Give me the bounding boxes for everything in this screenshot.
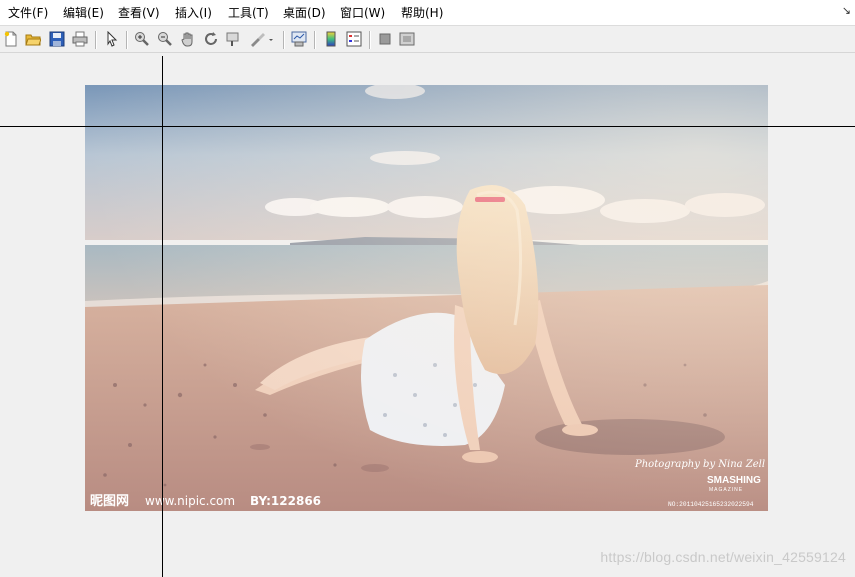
toolbar-separator — [314, 31, 315, 49]
pointer-icon[interactable] — [104, 31, 120, 47]
brand-name: SMASHING — [707, 475, 761, 486]
toolbar-separator — [283, 31, 284, 49]
new-document-icon[interactable] — [3, 31, 19, 47]
crosshair-vertical-line — [162, 56, 163, 577]
menu-view[interactable]: 查看(V) — [118, 5, 160, 21]
menu-insert[interactable]: 插入(I) — [175, 5, 212, 21]
dock-arrow-icon[interactable]: ↘ — [842, 4, 851, 17]
site-url: www.nipic.com — [145, 494, 235, 508]
zoom-out-icon[interactable] — [157, 31, 173, 47]
brand-subtitle: MAGAZINE — [709, 487, 743, 493]
menu-file[interactable]: 文件(F) — [8, 5, 48, 21]
pan-hand-icon[interactable] — [180, 31, 196, 47]
menu-help[interactable]: 帮助(H) — [401, 5, 443, 21]
legend-icon[interactable] — [346, 31, 362, 47]
menu-tools[interactable]: 工具(T) — [228, 5, 269, 21]
hide-plot-tools-icon[interactable] — [377, 31, 393, 47]
rotate-icon[interactable] — [203, 31, 219, 47]
photographer-signature: Photography by Nina Zell — [634, 459, 765, 470]
link-plot-icon[interactable] — [291, 31, 307, 47]
menu-edit[interactable]: 编辑(E) — [63, 5, 104, 21]
brush-icon[interactable] — [249, 31, 275, 47]
blog-watermark: https://blog.csdn.net/weixin_42559124 — [600, 549, 846, 565]
crosshair-horizontal-line — [0, 126, 855, 127]
beach-photo-image: Photography by Nina Zell SMASHING MAGAZI… — [85, 85, 768, 511]
toolbar-separator — [95, 31, 96, 49]
toolbar-separator — [369, 31, 370, 49]
colorbar-icon[interactable] — [323, 31, 339, 47]
show-plot-tools-icon[interactable] — [399, 31, 415, 47]
site-name: 昵图网 — [90, 494, 129, 509]
open-folder-icon[interactable] — [25, 31, 41, 47]
zoom-in-icon[interactable] — [134, 31, 150, 47]
menu-window[interactable]: 窗口(W) — [340, 5, 385, 21]
data-cursor-icon[interactable] — [226, 31, 242, 47]
figure-toolbar — [0, 27, 855, 53]
toolbar-separator — [126, 31, 127, 49]
menu-bar: 文件(F) 编辑(E) 查看(V) 插入(I) 工具(T) 桌面(D) 窗口(W… — [0, 0, 855, 26]
photo-serial: NO:20110425165232022594 — [668, 501, 754, 508]
menu-desktop[interactable]: 桌面(D) — [283, 5, 326, 21]
beach-photo: Photography by Nina Zell SMASHING MAGAZI… — [85, 85, 768, 511]
save-icon[interactable] — [49, 31, 65, 47]
print-icon[interactable] — [72, 31, 88, 47]
photo-id: BY:122866 — [250, 494, 321, 508]
